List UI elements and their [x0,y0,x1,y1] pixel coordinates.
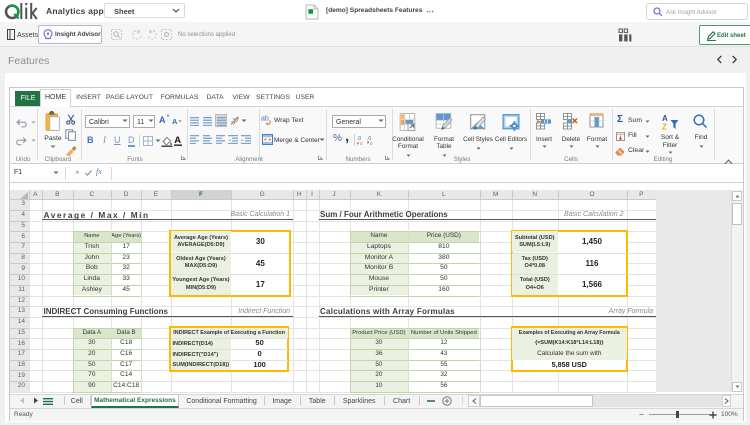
svg-text:0: 0 [370,141,373,145]
svg-text:A: A [174,135,181,146]
svg-text:ab: ab [261,116,269,123]
svg-text:0: 0 [360,141,363,145]
svg-text:Z: Z [662,123,667,132]
